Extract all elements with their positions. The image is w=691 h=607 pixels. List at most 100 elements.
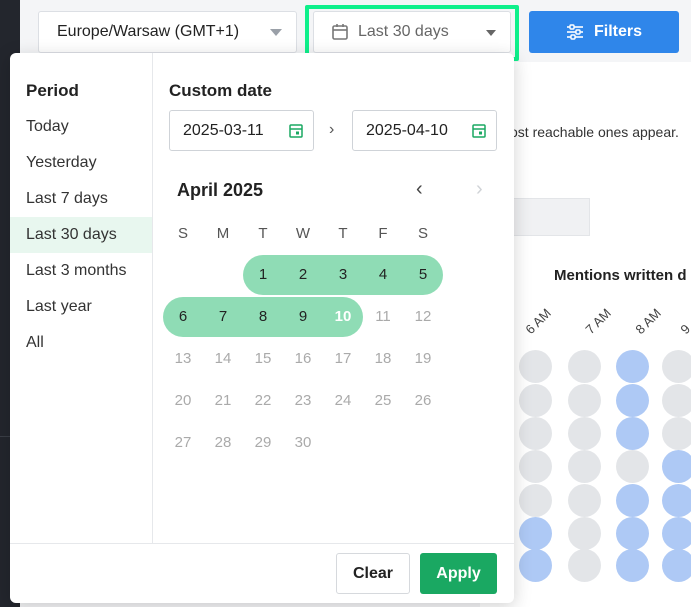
heatmap-dot bbox=[568, 417, 601, 450]
calendar-day[interactable]: 3 bbox=[323, 255, 363, 295]
weekday-header: T bbox=[258, 225, 268, 242]
calendar-day[interactable]: 8 bbox=[243, 297, 283, 337]
calendar-day-number: 13 bbox=[174, 350, 192, 367]
background-tab[interactable] bbox=[589, 198, 691, 236]
calendar-day[interactable]: 2 bbox=[283, 255, 323, 295]
weekday-header: T bbox=[338, 225, 348, 242]
calendar-day-number: 11 bbox=[375, 308, 391, 325]
calendar-day[interactable]: 22 bbox=[243, 381, 283, 421]
calendar-day-number: 5 bbox=[418, 266, 428, 283]
period-item[interactable]: Last 30 days bbox=[10, 217, 152, 253]
heatmap-dot bbox=[616, 384, 649, 417]
apply-button[interactable]: Apply bbox=[420, 553, 497, 594]
period-item[interactable]: All bbox=[10, 325, 152, 361]
timezone-select[interactable]: Europe/Warsaw (GMT+1) bbox=[38, 11, 297, 53]
popup-footer: Clear Apply bbox=[10, 543, 514, 603]
calendar-day[interactable]: 24 bbox=[323, 381, 363, 421]
calendar-day[interactable]: 9 bbox=[283, 297, 323, 337]
calendar-day[interactable]: 10 bbox=[323, 297, 363, 337]
heatmap-dot bbox=[662, 549, 691, 582]
calendar-day-number: 8 bbox=[258, 308, 268, 325]
prev-month-button[interactable]: ‹ bbox=[416, 178, 423, 201]
calendar-day[interactable]: 7 bbox=[203, 297, 243, 337]
calendar-day[interactable]: 26 bbox=[403, 381, 443, 421]
heatmap-dot bbox=[519, 549, 552, 582]
filters-label: Filters bbox=[593, 23, 642, 40]
clear-button[interactable]: Clear bbox=[336, 553, 410, 594]
calendar-day[interactable]: 4 bbox=[363, 255, 403, 295]
weekday-header: M bbox=[216, 225, 230, 242]
timezone-value: Europe/Warsaw (GMT+1) bbox=[57, 23, 240, 40]
calendar-day[interactable]: 20 bbox=[163, 381, 203, 421]
calendar-day[interactable]: 14 bbox=[203, 339, 243, 379]
weekday-header: S bbox=[177, 225, 188, 242]
calendar-day-number: 23 bbox=[294, 392, 312, 409]
calendar-day-number: 12 bbox=[414, 308, 432, 325]
calendar-day[interactable]: 19 bbox=[403, 339, 443, 379]
calendar-day[interactable]: 30 bbox=[283, 423, 323, 463]
calendar-day-number: 27 bbox=[174, 434, 192, 451]
calendar-day-number: 4 bbox=[378, 266, 388, 283]
calendar-day-number: 30 bbox=[294, 434, 312, 451]
date-range-select[interactable]: Last 30 days bbox=[313, 11, 511, 53]
calendar-icon bbox=[289, 124, 303, 138]
period-item[interactable]: Last 3 months bbox=[10, 253, 152, 289]
calendar-day-number: 29 bbox=[254, 434, 272, 451]
date-picker-popup: Period Today Yesterday Last 7 days Last 30 … bbox=[10, 53, 514, 603]
heatmap-dot bbox=[662, 417, 691, 450]
end-date-input[interactable]: 2025-04-10 bbox=[352, 110, 497, 151]
heatmap-dot bbox=[662, 450, 691, 483]
period-item[interactable]: Last 7 days bbox=[10, 181, 152, 217]
calendar-day-number: 26 bbox=[414, 392, 432, 409]
next-month-button[interactable]: › bbox=[476, 178, 483, 201]
background-hint-text: ost reachable ones appear. bbox=[510, 124, 679, 140]
calendar-day[interactable]: 29 bbox=[243, 423, 283, 463]
period-item[interactable]: Yesterday bbox=[10, 145, 152, 181]
heatmap-dot bbox=[568, 484, 601, 517]
heatmap-dot bbox=[662, 384, 691, 417]
heatmap-dot bbox=[616, 350, 649, 383]
calendar-day[interactable]: 5 bbox=[403, 255, 443, 295]
weekday-header: F bbox=[378, 225, 388, 242]
start-date-input[interactable]: 2025-03-11 bbox=[169, 110, 314, 151]
month-label: April 2025 bbox=[177, 180, 264, 200]
period-item[interactable]: Today bbox=[10, 109, 152, 145]
calendar-day-number: 17 bbox=[334, 350, 352, 367]
calendar-day-number: 6 bbox=[178, 308, 188, 325]
calendar-day[interactable]: 1 bbox=[243, 255, 283, 295]
calendar-day[interactable]: 17 bbox=[323, 339, 363, 379]
calendar-day-number: 7 bbox=[218, 308, 228, 325]
calendar-day[interactable]: 13 bbox=[163, 339, 203, 379]
start-date-value: 2025-03-11 bbox=[183, 122, 264, 139]
calendar-day[interactable]: 12 bbox=[403, 297, 443, 337]
calendar-day[interactable]: 23 bbox=[283, 381, 323, 421]
calendar-day[interactable]: 15 bbox=[243, 339, 283, 379]
heatmap-dot bbox=[662, 517, 691, 550]
calendar-day[interactable]: 25 bbox=[363, 381, 403, 421]
period-item[interactable]: Last year bbox=[10, 289, 152, 325]
heatmap-dot bbox=[616, 517, 649, 550]
period-title: Period bbox=[26, 81, 79, 100]
filters-button[interactable]: Filters bbox=[529, 11, 679, 53]
heatmap-dot bbox=[519, 450, 552, 483]
heatmap-dot bbox=[519, 484, 552, 517]
weekday-header: W bbox=[295, 225, 311, 242]
calendar-day[interactable]: 16 bbox=[283, 339, 323, 379]
calendar-day[interactable]: 28 bbox=[203, 423, 243, 463]
calendar-day-number: 2 bbox=[298, 266, 308, 283]
sliders-icon bbox=[566, 24, 583, 40]
heatmap-dot bbox=[616, 450, 649, 483]
calendar-day-number: 16 bbox=[294, 350, 312, 367]
calendar-day[interactable]: 21 bbox=[203, 381, 243, 421]
heatmap-dot bbox=[568, 517, 601, 550]
heatmap-dot bbox=[568, 450, 601, 483]
end-date-value: 2025-04-10 bbox=[366, 122, 448, 139]
calendar-day[interactable]: 18 bbox=[363, 339, 403, 379]
calendar-day[interactable]: 11 bbox=[363, 297, 403, 337]
calendar-day[interactable]: 6 bbox=[163, 297, 203, 337]
calendar-day[interactable]: 27 bbox=[163, 423, 203, 463]
chevron-right-icon: › bbox=[329, 121, 335, 138]
heatmap-dot bbox=[519, 417, 552, 450]
calendar-day-number: 14 bbox=[214, 350, 232, 367]
calendar-icon bbox=[472, 124, 486, 138]
